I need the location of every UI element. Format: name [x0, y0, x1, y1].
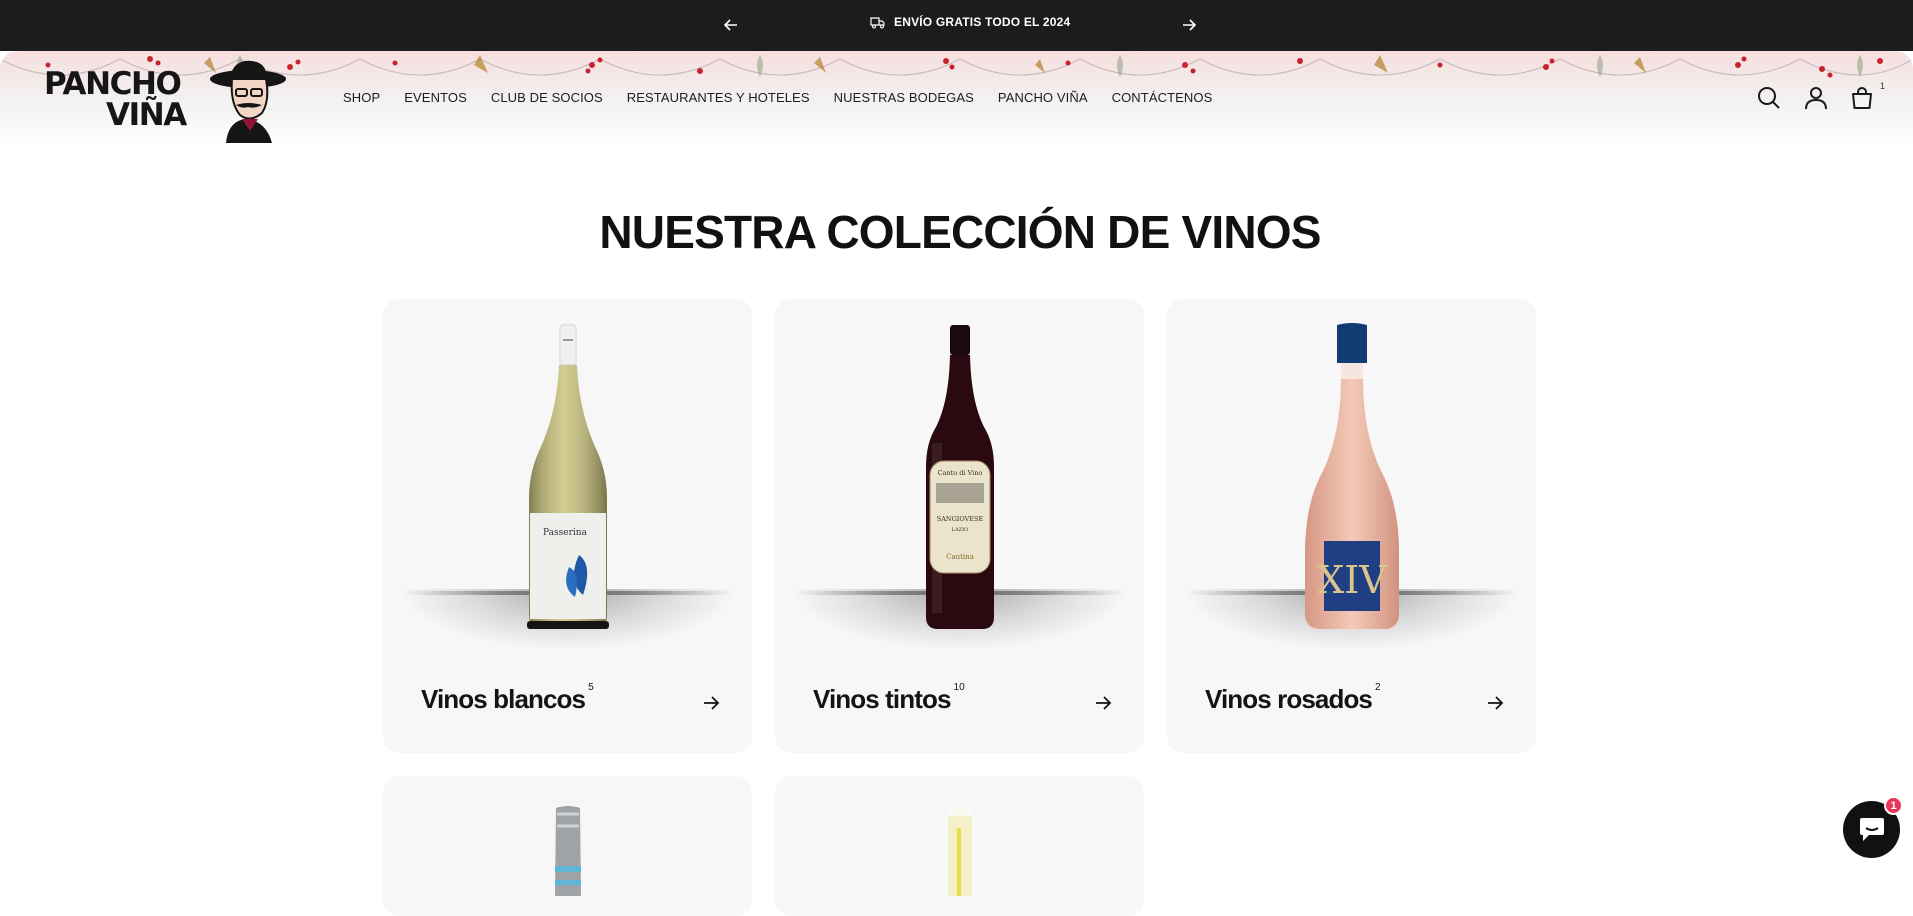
collection-count: 2	[1375, 682, 1381, 693]
card-image: Canto di Vino SANGIOVESE LAZIO Cantina	[775, 299, 1144, 659]
cart-count: 1	[1880, 81, 1886, 91]
site-header: PANCHO VIÑA SHOP EVENTOS CLUB DE SOCIOS …	[0, 51, 1913, 149]
bag-icon	[1852, 87, 1872, 109]
card-image: Passerina	[383, 299, 752, 659]
collection-name: Vinos blancos	[421, 684, 586, 714]
page-title: NUESTRA COLECCIÓN DE VINOS	[599, 206, 1321, 258]
main-nav: SHOP EVENTOS CLUB DE SOCIOS RESTAURANTES…	[343, 90, 1236, 105]
collection-card-4[interactable]	[383, 776, 752, 916]
collection-card-5[interactable]	[775, 776, 1144, 916]
site-logo[interactable]: PANCHO VIÑA	[42, 57, 292, 143]
logo-line-1: PANCHO	[44, 66, 182, 102]
announcement-prev-button[interactable]	[717, 12, 745, 38]
collection-card-vinos-blancos[interactable]: Passerina Vinos blancos 5	[383, 299, 752, 753]
collection-title: Vinos tintos 10	[813, 682, 965, 715]
user-icon	[1805, 87, 1827, 110]
truck-icon	[870, 17, 885, 29]
arrow-right-icon	[1096, 696, 1112, 710]
nav-restaurantes-y-hoteles[interactable]: RESTAURANTES Y HOTELES	[627, 90, 810, 105]
collection-title: Vinos rosados 2	[1205, 682, 1381, 715]
collection-card-vinos-tintos[interactable]: Canto di Vino SANGIOVESE LAZIO Cantina V…	[775, 299, 1144, 753]
card-image: XIV	[1167, 299, 1536, 659]
cart-button[interactable]	[1849, 85, 1877, 113]
white-wine-bottle-image: Passerina	[526, 324, 609, 629]
nav-eventos[interactable]: EVENTOS	[404, 90, 467, 105]
collection-count: 5	[588, 682, 594, 693]
svg-text:XIV: XIV	[1317, 558, 1387, 602]
logo-line-2: VIÑA	[106, 97, 187, 133]
logo-wordmark: PANCHO VIÑA	[44, 69, 214, 131]
announcement-next-button[interactable]	[1175, 12, 1203, 38]
svg-text:Canto di Vino: Canto di Vino	[937, 469, 982, 477]
dessert-wine-bottle-image	[947, 806, 972, 896]
svg-text:SANGIOVESE: SANGIOVESE	[936, 515, 983, 523]
chat-bubble-icon	[1859, 817, 1884, 841]
mascot-illustration	[210, 60, 286, 143]
collection-card-vinos-rosados[interactable]: XIV Vinos rosados 2	[1167, 299, 1536, 753]
announcement-message: ENVÍO GRATIS TODO EL 2024	[870, 15, 1070, 29]
collection-name: Vinos tintos	[813, 684, 951, 714]
svg-text:LAZIO: LAZIO	[951, 527, 967, 533]
rose-wine-bottle-image: XIV	[1304, 323, 1399, 629]
svg-text:Cantina: Cantina	[946, 553, 974, 561]
arrow-right-icon	[1488, 696, 1504, 710]
chat-notification-badge: 1	[1884, 796, 1903, 815]
arrow-right-icon	[704, 696, 720, 710]
red-wine-bottle-image: Canto di Vino SANGIOVESE LAZIO Cantina	[925, 325, 994, 629]
nav-club-de-socios[interactable]: CLUB DE SOCIOS	[491, 90, 603, 105]
announcement-text: ENVÍO GRATIS TODO EL 2024	[894, 15, 1071, 29]
arrow-right-icon	[1183, 19, 1196, 31]
nav-nuestras-bodegas[interactable]: NUESTRAS BODEGAS	[834, 90, 974, 105]
search-button[interactable]	[1756, 85, 1784, 113]
svg-text:Passerina: Passerina	[543, 528, 588, 538]
collection-title: Vinos blancos 5	[421, 682, 594, 715]
nav-pancho-vina[interactable]: PANCHO VIÑA	[998, 90, 1088, 105]
arrow-left-icon	[724, 19, 737, 31]
collection-name: Vinos rosados	[1205, 684, 1373, 714]
account-button[interactable]	[1803, 85, 1831, 113]
announcement-bar: ENVÍO GRATIS TODO EL 2024	[0, 0, 1913, 51]
collection-count: 10	[953, 682, 965, 693]
nav-contactenos[interactable]: CONTÁCTENOS	[1112, 90, 1213, 105]
nav-shop[interactable]: SHOP	[343, 90, 380, 105]
sparkling-wine-bottle-image	[554, 806, 581, 896]
search-icon	[1758, 87, 1780, 109]
